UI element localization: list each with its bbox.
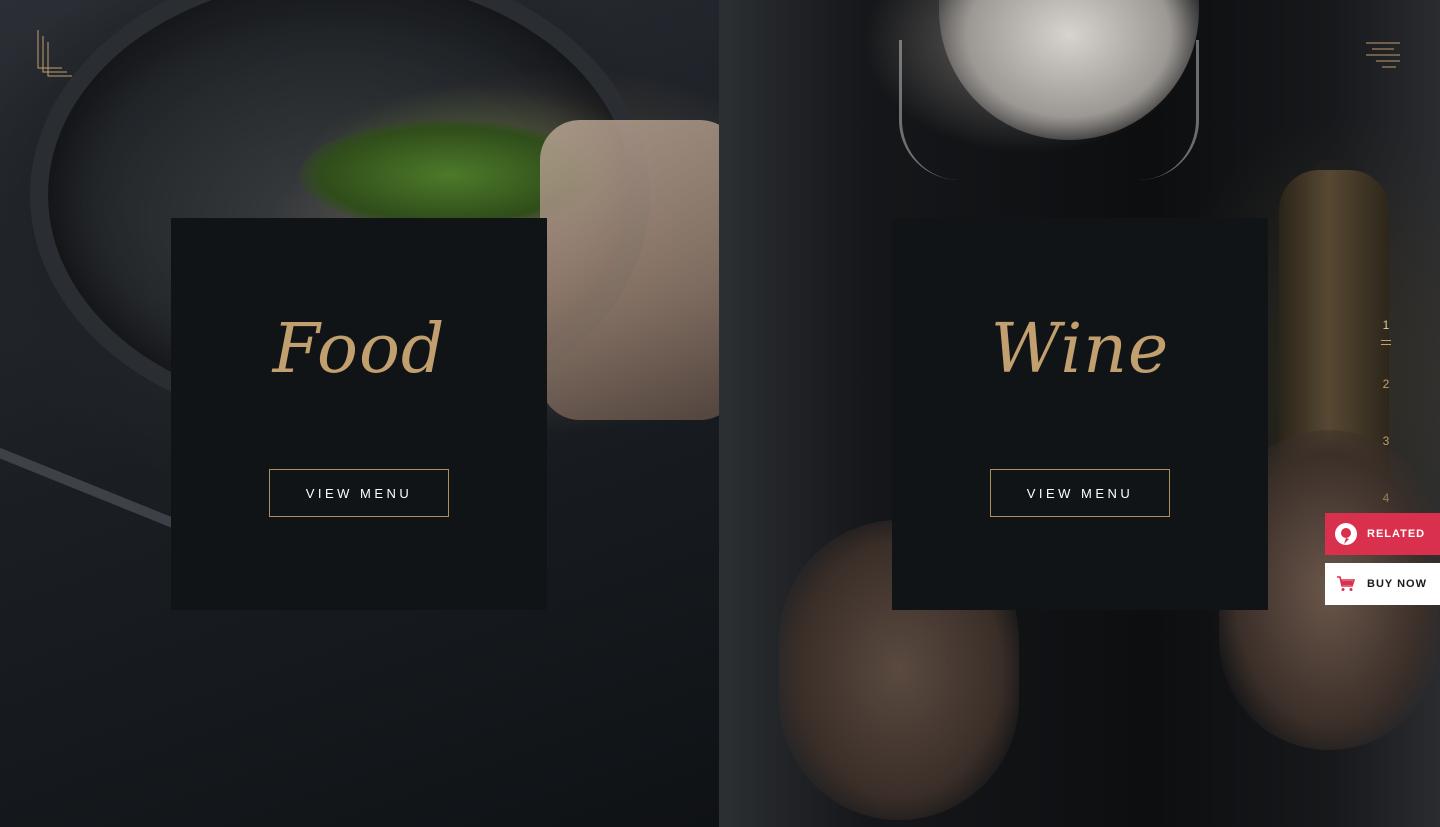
- chef-collar-shape: [899, 40, 1199, 180]
- brand-logo-icon[interactable]: [36, 30, 74, 78]
- hamburger-menu-icon[interactable]: [1364, 40, 1402, 70]
- wine-view-menu-button[interactable]: VIEW MENU: [990, 469, 1170, 517]
- slider-active-indicator: [1381, 344, 1391, 345]
- wine-title: Wine: [990, 310, 1170, 389]
- slider-page-4[interactable]: 4: [1378, 491, 1394, 505]
- food-view-menu-button[interactable]: VIEW MENU: [269, 469, 449, 517]
- slider-page-3[interactable]: 3: [1378, 434, 1394, 448]
- shopping-cart-icon: [1334, 572, 1358, 596]
- food-card: Food VIEW MENU: [171, 218, 547, 610]
- related-button[interactable]: RELATED: [1325, 513, 1440, 555]
- buy-now-label: BUY NOW: [1367, 578, 1427, 590]
- food-title: Food: [272, 310, 446, 389]
- related-circle-icon: [1334, 522, 1358, 546]
- slider-page-1[interactable]: 1: [1378, 318, 1394, 332]
- slider-active-indicator: [1381, 340, 1391, 341]
- wine-card: Wine VIEW MENU: [892, 218, 1268, 610]
- related-label: RELATED: [1367, 528, 1426, 540]
- slider-page-2[interactable]: 2: [1378, 377, 1394, 391]
- buy-now-button[interactable]: BUY NOW: [1325, 563, 1440, 605]
- fish-shape: [540, 120, 719, 420]
